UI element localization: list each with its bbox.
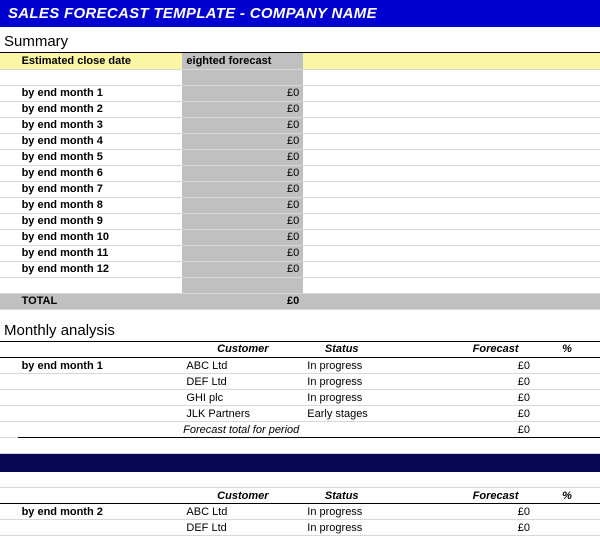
document-title: SALES FORECAST TEMPLATE - COMPANY NAME bbox=[0, 0, 600, 27]
month-value: £0 bbox=[182, 85, 303, 101]
month-value: £0 bbox=[182, 261, 303, 277]
analysis-row: JLK PartnersEarly stages £0 bbox=[0, 406, 600, 422]
total-label: TOTAL bbox=[18, 293, 183, 309]
period-label: by end month 2 bbox=[18, 504, 183, 520]
status-cell: Early stages bbox=[303, 406, 380, 422]
month-label: by end month 2 bbox=[18, 101, 183, 117]
summary-row: by end month 11£0 bbox=[0, 245, 600, 261]
summary-header-row: Estimated close date eighted forecast bbox=[0, 53, 600, 69]
month-value: £0 bbox=[182, 133, 303, 149]
period-separator bbox=[0, 454, 600, 472]
summary-row: by end month 1£0 bbox=[0, 85, 600, 101]
analysis-row: by end month 1ABC LtdIn progress £0 bbox=[0, 358, 600, 374]
month-label: by end month 7 bbox=[18, 181, 183, 197]
month-label: by end month 3 bbox=[18, 117, 183, 133]
forecast-cell: £0 bbox=[457, 504, 534, 520]
col-weighted-forecast: eighted forecast bbox=[182, 53, 303, 69]
summary-heading: Summary bbox=[0, 27, 600, 53]
forecast-cell: £0 bbox=[457, 390, 534, 406]
customer-cell: GHI plc bbox=[182, 390, 303, 406]
status-cell: In progress bbox=[303, 358, 380, 374]
analysis-heading: Monthly analysis bbox=[0, 316, 600, 342]
col-forecast: Forecast bbox=[457, 342, 534, 358]
forecast-cell: £0 bbox=[457, 358, 534, 374]
col-status: Status bbox=[303, 488, 380, 504]
summary-row: by end month 6£0 bbox=[0, 165, 600, 181]
summary-row: by end month 2£0 bbox=[0, 101, 600, 117]
analysis-header-row: Customer Status Forecast % bbox=[0, 488, 600, 504]
month-label: by end month 9 bbox=[18, 213, 183, 229]
forecast-cell: £0 bbox=[457, 406, 534, 422]
status-cell: In progress bbox=[303, 374, 380, 390]
summary-row: by end month 10£0 bbox=[0, 229, 600, 245]
analysis-row: DEF LtdIn progress £0 bbox=[0, 374, 600, 390]
summary-row: by end month 3£0 bbox=[0, 117, 600, 133]
month-value: £0 bbox=[182, 117, 303, 133]
month-value: £0 bbox=[182, 197, 303, 213]
analysis-row: by end month 2ABC LtdIn progress £0 bbox=[0, 504, 600, 520]
customer-cell: ABC Ltd bbox=[182, 358, 303, 374]
customer-cell: ABC Ltd bbox=[182, 504, 303, 520]
summary-row: by end month 8£0 bbox=[0, 197, 600, 213]
month-label: by end month 12 bbox=[18, 261, 183, 277]
month-label: by end month 8 bbox=[18, 197, 183, 213]
month-label: by end month 5 bbox=[18, 149, 183, 165]
period-total-value: £0 bbox=[457, 422, 534, 438]
summary-total-row: TOTAL £0 bbox=[0, 293, 600, 309]
summary-row: by end month 4£0 bbox=[0, 133, 600, 149]
month-label: by end month 6 bbox=[18, 165, 183, 181]
summary-row: by end month 5£0 bbox=[0, 149, 600, 165]
month-value: £0 bbox=[182, 165, 303, 181]
col-customer: Customer bbox=[182, 342, 303, 358]
total-value: £0 bbox=[182, 293, 303, 309]
col-close-date: Estimated close date bbox=[18, 53, 183, 69]
analysis-header-row: Customer Status Forecast % bbox=[0, 342, 600, 358]
summary-row: by end month 12£0 bbox=[0, 261, 600, 277]
customer-cell: JLK Partners bbox=[182, 406, 303, 422]
analysis-row: DEF LtdIn progress £0 bbox=[0, 520, 600, 536]
col-customer: Customer bbox=[182, 488, 303, 504]
col-pct: % bbox=[534, 342, 600, 358]
customer-cell: DEF Ltd bbox=[182, 520, 303, 536]
summary-row: by end month 9£0 bbox=[0, 213, 600, 229]
month-value: £0 bbox=[182, 245, 303, 261]
month-value: £0 bbox=[182, 229, 303, 245]
status-cell: In progress bbox=[303, 520, 380, 536]
period-total-label: Forecast total for period bbox=[18, 422, 304, 438]
forecast-cell: £0 bbox=[457, 520, 534, 536]
month-label: by end month 4 bbox=[18, 133, 183, 149]
status-cell: In progress bbox=[303, 390, 380, 406]
summary-row: by end month 7£0 bbox=[0, 181, 600, 197]
month-label: by end month 1 bbox=[18, 85, 183, 101]
month-label: by end month 11 bbox=[18, 245, 183, 261]
status-cell: In progress bbox=[303, 504, 380, 520]
col-forecast: Forecast bbox=[457, 488, 534, 504]
col-status: Status bbox=[303, 342, 380, 358]
period-total-row: Forecast total for period £0 bbox=[0, 422, 600, 438]
month-value: £0 bbox=[182, 149, 303, 165]
col-pct: % bbox=[534, 488, 600, 504]
month-value: £0 bbox=[182, 213, 303, 229]
month-value: £0 bbox=[182, 101, 303, 117]
month-value: £0 bbox=[182, 181, 303, 197]
month-label: by end month 10 bbox=[18, 229, 183, 245]
analysis-row: GHI plcIn progress £0 bbox=[0, 390, 600, 406]
forecast-cell: £0 bbox=[457, 374, 534, 390]
period-label: by end month 1 bbox=[18, 358, 183, 374]
customer-cell: DEF Ltd bbox=[182, 374, 303, 390]
analysis-table-1: Customer Status Forecast % by end month … bbox=[0, 342, 600, 536]
summary-table: Estimated close date eighted forecast by… bbox=[0, 53, 600, 310]
